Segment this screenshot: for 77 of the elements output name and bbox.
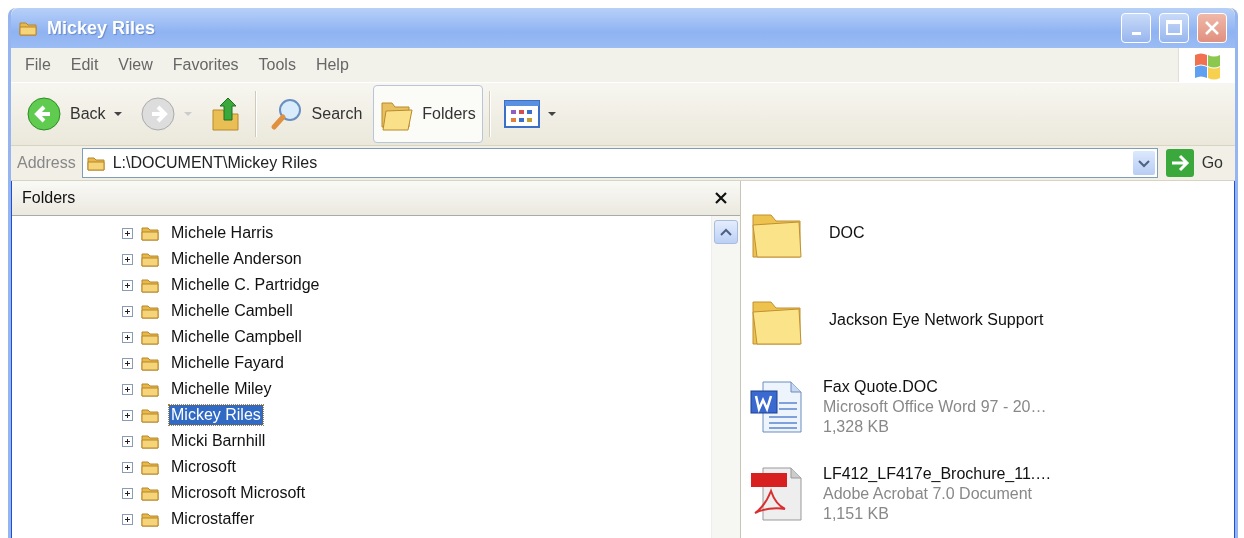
expand-icon[interactable] — [122, 305, 133, 317]
chevron-up-icon — [720, 227, 732, 237]
close-icon[interactable] — [714, 191, 728, 205]
expand-icon[interactable] — [122, 461, 133, 473]
pane-title: Folders — [22, 189, 76, 207]
caret-icon — [113, 112, 122, 116]
back-button[interactable]: Back — [19, 85, 129, 143]
tree-item[interactable]: Michelle Fayard — [169, 353, 286, 373]
menu-item[interactable]: Favorites — [162, 56, 249, 74]
folder-icon — [141, 484, 161, 502]
tree-item[interactable]: Mickey Riles — [169, 405, 263, 425]
address-field[interactable]: L:\DOCUMENT\Mickey Riles — [81, 148, 1158, 178]
menu-item[interactable]: View — [108, 56, 163, 74]
expand-icon[interactable] — [122, 331, 133, 343]
scroll-up-button[interactable] — [714, 220, 738, 244]
dropdown-button[interactable] — [1132, 151, 1155, 175]
file-name[interactable]: Jackson Eye Network Support — [829, 310, 1044, 329]
expand-icon[interactable] — [122, 279, 133, 291]
minimize-icon — [1131, 31, 1141, 35]
expand-icon[interactable] — [122, 253, 133, 265]
folder-icon — [141, 250, 161, 268]
search-button[interactable]: Search — [262, 85, 370, 143]
folder-icon — [19, 19, 39, 37]
tree-item[interactable]: Michelle Campbell — [169, 327, 304, 347]
file-name[interactable]: LF412_LF417e_Brochure_11.… — [823, 464, 1052, 483]
expand-icon[interactable] — [122, 409, 133, 421]
tree-item[interactable]: Michelle Cambell — [169, 301, 295, 321]
word-document-icon — [749, 378, 805, 435]
file-name[interactable]: DOC — [829, 223, 865, 242]
folder-icon — [86, 154, 107, 172]
tree-item[interactable]: Michele Harris — [169, 223, 276, 243]
file-type: Adobe Acrobat 7.0 Document — [823, 484, 1034, 503]
expand-icon[interactable] — [122, 487, 133, 499]
folder-icon — [141, 328, 161, 346]
folder-icon — [141, 302, 161, 320]
folder-icon — [141, 354, 161, 372]
folder-icon — [141, 510, 161, 528]
expand-icon[interactable] — [122, 383, 133, 395]
search-icon — [269, 97, 304, 131]
folders-button[interactable]: Folders — [373, 85, 483, 143]
menu-item[interactable]: Tools — [248, 56, 306, 74]
folder-icon — [141, 380, 161, 398]
expand-icon[interactable] — [122, 357, 133, 369]
caret-icon — [547, 112, 556, 116]
views-icon — [503, 100, 540, 128]
tree-item[interactable]: Microstaffer — [169, 509, 257, 529]
close-icon — [1203, 19, 1221, 37]
tree-item[interactable]: Michelle Anderson — [169, 249, 304, 269]
tree-item[interactable]: Microsoft — [169, 457, 238, 477]
tree-item[interactable]: Michelle C. Partridge — [169, 275, 322, 295]
menu-item[interactable]: File — [15, 56, 61, 74]
folder-icon — [141, 224, 161, 242]
expand-icon[interactable] — [122, 513, 133, 525]
expand-icon[interactable] — [122, 227, 133, 239]
window-title: Mickey Riles — [47, 17, 157, 39]
tree-item[interactable]: Microsoft Microsoft — [169, 483, 308, 503]
file-size: 1,151 KB — [823, 504, 890, 523]
folder-up-icon — [209, 96, 242, 132]
menu-item[interactable]: Edit — [60, 56, 109, 74]
pdf-document-icon — [749, 464, 805, 523]
folder-icon — [141, 276, 161, 294]
folder-icon — [141, 406, 161, 424]
tree-item[interactable]: Micki Barnhill — [169, 431, 268, 451]
chevron-down-icon — [1137, 158, 1150, 168]
maximize-icon — [1165, 19, 1183, 37]
scrollbar[interactable] — [711, 216, 740, 538]
folder-icon — [141, 432, 161, 450]
menu-item[interactable]: Help — [305, 56, 359, 74]
tree-item[interactable]: Michelle Miley — [169, 379, 274, 399]
expand-icon[interactable] — [122, 435, 133, 447]
folder-icon — [141, 458, 161, 476]
address-label: Address — [17, 154, 76, 172]
caret-icon — [183, 112, 192, 116]
file-size: 1,328 KB — [823, 417, 890, 436]
file-type: Microsoft Office Word 97 - 20… — [823, 397, 1047, 416]
go-button[interactable]: Go — [1163, 149, 1231, 177]
file-name[interactable]: Fax Quote.DOC — [823, 377, 1047, 396]
